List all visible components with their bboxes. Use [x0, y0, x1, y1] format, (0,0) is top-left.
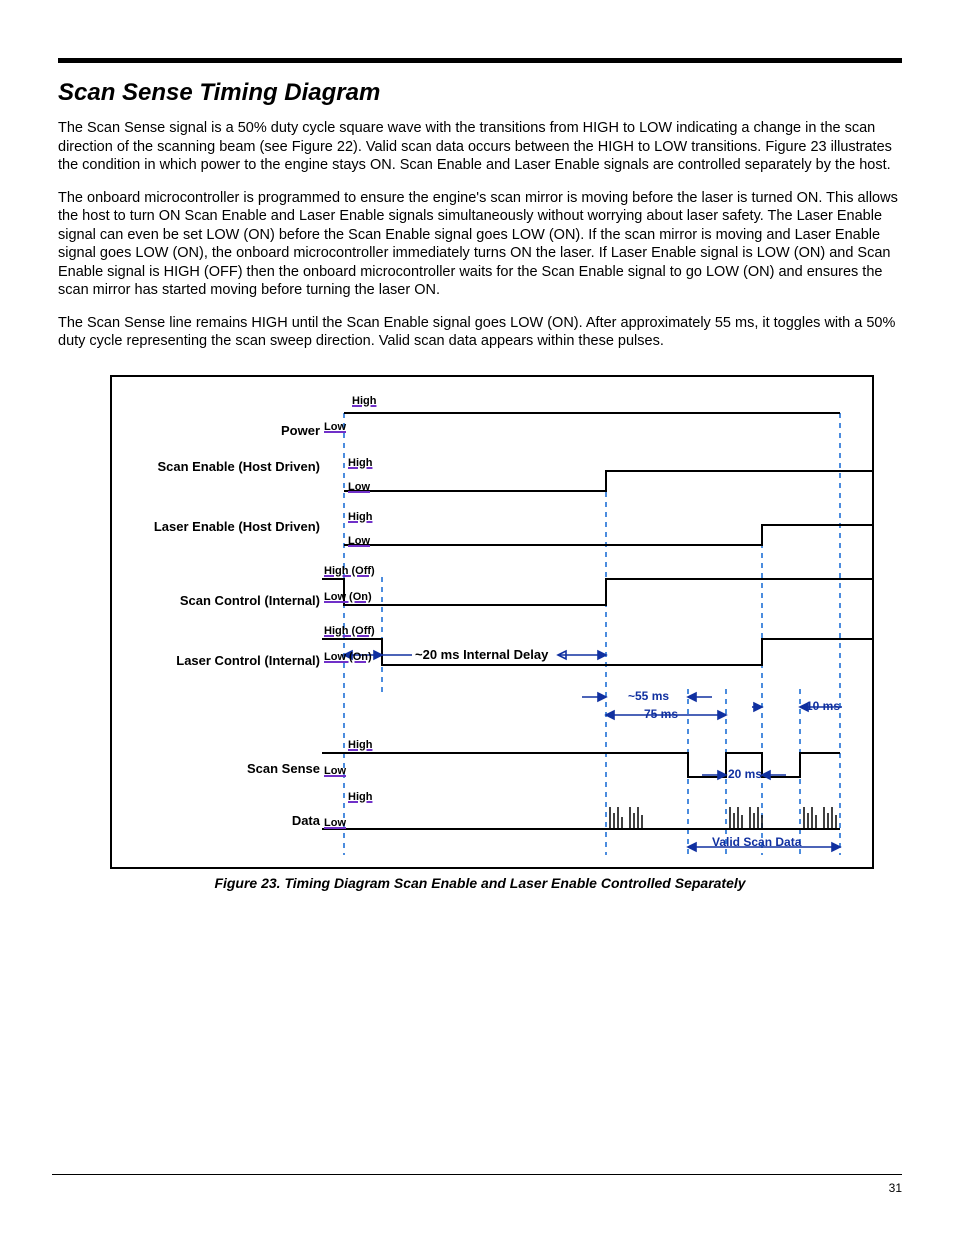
level-scan-sense-high: High — [348, 739, 372, 751]
signal-label-scan-sense: Scan Sense — [120, 761, 320, 776]
figure-caption: Figure 23. Timing Diagram Scan Enable an… — [58, 875, 902, 891]
signal-label-scan-enable: Scan Enable (Host Driven) — [120, 459, 320, 474]
paragraph-3: The Scan Sense line remains HIGH until t… — [58, 314, 902, 351]
top-rule — [58, 58, 902, 63]
level-scan-enable-low: Low — [348, 481, 370, 493]
paragraph-2: The onboard microcontroller is programme… — [58, 189, 902, 300]
level-power-low: Low — [324, 421, 346, 433]
diagram-svg — [112, 377, 872, 867]
signal-label-laser-control: Laser Control (Internal) — [120, 653, 320, 668]
level-laser-control-low: Low (On) — [324, 651, 372, 663]
level-laser-enable-high: High — [348, 511, 372, 523]
annotation-10ms: 10 ms — [806, 699, 840, 713]
annotation-55ms: ~55 ms — [628, 689, 669, 703]
annotation-valid-scan-data: Valid Scan Data — [712, 835, 801, 849]
level-power-high: High — [352, 395, 376, 407]
signal-label-power: Power — [120, 423, 320, 438]
signal-label-laser-enable: Laser Enable (Host Driven) — [120, 519, 320, 534]
section-title: Scan Sense Timing Diagram — [58, 79, 902, 107]
annotation-internal-delay: ~20 ms Internal Delay — [415, 647, 548, 662]
annotation-20ms: 20 ms — [728, 767, 762, 781]
level-laser-control-high: High (Off) — [324, 625, 375, 637]
page: Scan Sense Timing Diagram The Scan Sense… — [0, 0, 954, 1235]
signal-label-data: Data — [120, 813, 320, 828]
level-scan-control-low: Low (On) — [324, 591, 372, 603]
level-scan-sense-low: Low — [324, 765, 346, 777]
timing-diagram: Power Scan Enable (Host Driven) Laser En… — [110, 375, 874, 869]
level-data-high: High — [348, 791, 372, 803]
paragraph-1: The Scan Sense signal is a 50% duty cycl… — [58, 119, 902, 175]
level-laser-enable-low: Low — [348, 535, 370, 547]
bottom-rule — [52, 1174, 902, 1175]
page-number: 31 — [889, 1181, 902, 1195]
signal-label-scan-control: Scan Control (Internal) — [120, 593, 320, 608]
annotation-75ms: 75 ms — [644, 707, 678, 721]
level-scan-control-high: High (Off) — [324, 565, 375, 577]
level-data-low: Low — [324, 817, 346, 829]
level-scan-enable-high: High — [348, 457, 372, 469]
